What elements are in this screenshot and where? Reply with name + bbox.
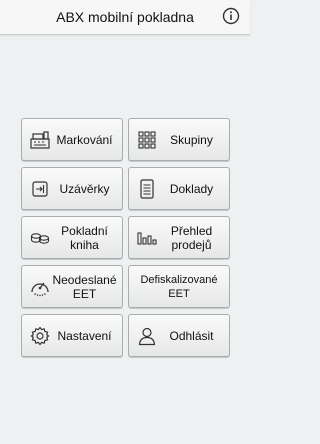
cash-register-icon xyxy=(29,129,51,151)
doklady-label: Doklady xyxy=(169,181,214,196)
pokladni-kniha-label: Pokladní kniha xyxy=(61,223,108,252)
odhlasit-button[interactable]: Odhlásit xyxy=(128,314,230,357)
nastaveni-label: Nastavení xyxy=(57,328,112,343)
user-icon xyxy=(136,325,158,347)
prehled-prodeju-label: Přehled prodejů xyxy=(170,223,213,252)
coins-icon xyxy=(29,227,51,249)
neodeslane-eet-label: Neodeslané EET xyxy=(52,272,117,301)
pokladni-kniha-button[interactable]: Pokladní kniha xyxy=(21,216,123,259)
nastaveni-button[interactable]: Nastavení xyxy=(21,314,123,357)
app-title: ABX mobilní pokladna xyxy=(56,9,194,25)
document-icon xyxy=(136,178,158,200)
uzaverky-label: Uzávěrky xyxy=(59,181,110,196)
gauge-icon xyxy=(29,276,51,298)
uzaverky-button[interactable]: Uzávěrky xyxy=(21,167,123,210)
markovani-label: Markování xyxy=(56,132,113,147)
prehled-prodeju-button[interactable]: Přehled prodejů xyxy=(128,216,230,259)
info-icon[interactable] xyxy=(222,7,240,25)
app-header: ABX mobilní pokladna xyxy=(0,0,250,35)
grid-icon xyxy=(136,129,158,151)
neodeslane-eet-button[interactable]: Neodeslané EET xyxy=(21,265,123,308)
skupiny-button[interactable]: Skupiny xyxy=(128,118,230,161)
skupiny-label: Skupiny xyxy=(170,132,213,147)
gear-icon xyxy=(29,325,51,347)
doklady-button[interactable]: Doklady xyxy=(128,167,230,210)
defiskalizovane-eet-label: Defiskalizované EET xyxy=(140,273,218,300)
defiskalizovane-eet-button[interactable]: Defiskalizované EET xyxy=(128,265,230,308)
closing-icon xyxy=(29,178,51,200)
odhlasit-label: Odhlásit xyxy=(169,328,214,343)
bar-chart-icon xyxy=(136,227,158,249)
markovani-button[interactable]: Markování xyxy=(21,118,123,161)
